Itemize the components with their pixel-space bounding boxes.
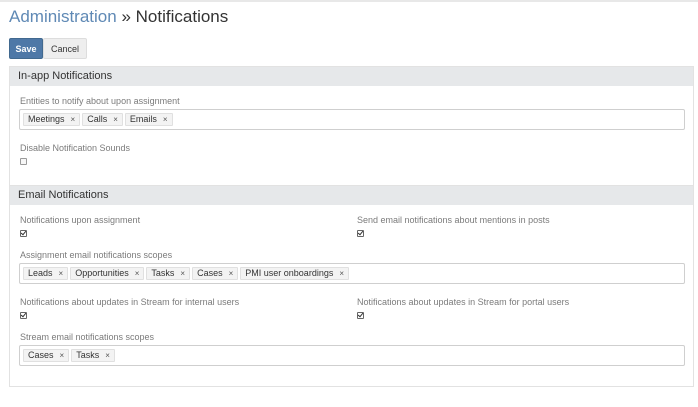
selected-tag: Calls × bbox=[82, 113, 123, 126]
selected-tag: Tasks × bbox=[71, 349, 115, 362]
save-button[interactable]: Save bbox=[9, 38, 43, 59]
assignment-scopes-multiselect[interactable]: Leads × Opportunities × Tasks × Cases × PMI user… bbox=[19, 263, 685, 284]
stream-internal-label: Notifications about updates in Stream fo… bbox=[20, 297, 240, 307]
assignment-notifications-label: Notifications upon assignment bbox=[20, 215, 141, 225]
close-icon[interactable]: × bbox=[113, 114, 118, 125]
mentions-notifications-label: Send email notifications about mentions … bbox=[357, 215, 550, 225]
tag-label: Opportunities bbox=[75, 268, 129, 278]
panel-heading-title: In-app Notifications bbox=[18, 70, 113, 82]
close-icon[interactable]: × bbox=[180, 268, 185, 279]
selected-tag: Meetings × bbox=[23, 113, 81, 126]
selected-tag: Cases × bbox=[23, 349, 70, 362]
disable-sounds-label: Disable Notification Sounds bbox=[20, 143, 131, 153]
in-app-notifications-panel: In-app Notifications Entities to notify … bbox=[9, 66, 694, 186]
selected-tag: Tasks × bbox=[146, 267, 191, 280]
selected-tag: PMI user onboardings × bbox=[240, 267, 350, 280]
selected-tag: Emails × bbox=[124, 113, 173, 126]
close-icon[interactable]: × bbox=[135, 268, 140, 279]
breadcrumb-separator: » bbox=[121, 7, 131, 26]
selected-tag: Opportunities × bbox=[70, 267, 145, 280]
stream-scopes-label: Stream email notifications scopes bbox=[20, 332, 155, 342]
top-border bbox=[0, 0, 698, 2]
close-icon[interactable]: × bbox=[60, 350, 65, 361]
close-icon[interactable]: × bbox=[105, 350, 110, 361]
close-icon[interactable]: × bbox=[71, 114, 76, 125]
close-icon[interactable]: × bbox=[339, 268, 344, 279]
close-icon[interactable]: × bbox=[163, 114, 168, 125]
tag-label: PMI user onboardings bbox=[245, 268, 334, 278]
panel-heading: In-app Notifications bbox=[10, 67, 693, 86]
tag-label: Cases bbox=[28, 350, 54, 360]
cancel-button[interactable]: Cancel bbox=[43, 38, 87, 59]
breadcrumb-current: Notifications bbox=[135, 7, 229, 26]
tag-label: Tasks bbox=[76, 350, 100, 360]
stream-internal-checkbox[interactable] bbox=[20, 312, 27, 319]
email-notifications-panel: Email Notifications Notifications upon a… bbox=[9, 186, 694, 387]
tag-label: Calls bbox=[87, 114, 108, 124]
stream-portal-checkbox[interactable] bbox=[357, 312, 364, 319]
tag-label: Leads bbox=[28, 268, 53, 278]
tag-label: Emails bbox=[129, 114, 157, 124]
assignment-scopes-label: Assignment email notifications scopes bbox=[20, 250, 173, 260]
disable-sounds-checkbox[interactable] bbox=[20, 158, 27, 165]
stream-scopes-multiselect[interactable]: Cases × Tasks × bbox=[19, 345, 685, 366]
page-title: Administration » Notifications bbox=[9, 6, 228, 28]
entities-label: Entities to notify about upon assignment bbox=[20, 96, 180, 106]
entities-multiselect[interactable]: Meetings × Calls × Emails × bbox=[19, 109, 685, 130]
close-icon[interactable]: × bbox=[59, 268, 64, 279]
mentions-notifications-checkbox[interactable] bbox=[357, 230, 364, 237]
assignment-notifications-checkbox[interactable] bbox=[20, 230, 27, 237]
tag-label: Tasks bbox=[151, 268, 175, 278]
close-icon[interactable]: × bbox=[229, 268, 234, 279]
tag-label: Meetings bbox=[28, 114, 65, 124]
breadcrumb-link-administration[interactable]: Administration bbox=[9, 7, 117, 26]
panel-heading: Email Notifications bbox=[10, 186, 693, 205]
stream-portal-label: Notifications about updates in Stream fo… bbox=[357, 297, 570, 307]
selected-tag: Leads × bbox=[23, 267, 69, 280]
panel-heading-title: Email Notifications bbox=[18, 189, 109, 201]
tag-label: Cases bbox=[197, 268, 223, 278]
selected-tag: Cases × bbox=[192, 267, 239, 280]
